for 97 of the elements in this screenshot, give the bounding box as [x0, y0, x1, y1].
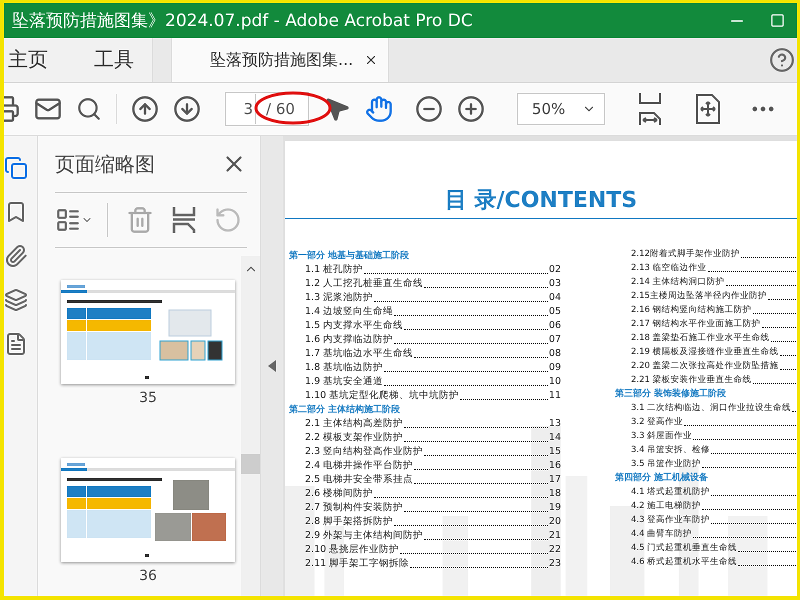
contents-entry[interactable]: 1.9 基坑安全通道	[305, 375, 384, 389]
contents-entry[interactable]: 2.10 悬挑层作业防护	[305, 543, 400, 557]
contents-entry[interactable]: 1.1 桩孔防护	[305, 263, 364, 277]
page-label: 36	[139, 568, 157, 584]
contents-entry[interactable]: 3.1 二次结构临边、洞口作业拉设生命线	[631, 401, 792, 415]
contents-entry[interactable]: 3.5 吊篮作业防护	[631, 457, 702, 471]
page-number: 09	[548, 361, 561, 375]
page-number: 17	[548, 473, 561, 487]
contents-entry[interactable]: 1.4 边坡竖向生命绳	[305, 305, 394, 319]
contents-entry[interactable]: 4.4 曲臂车防护	[631, 527, 692, 541]
page-number: 03	[548, 277, 561, 291]
contents-entry[interactable]: 2.2 模板支架作业防护	[305, 431, 404, 445]
contents-entry[interactable]: 2.15主楼周边坠落半径内作业防护	[631, 289, 767, 303]
contents-entry[interactable]: 4.3 登高作业车防护	[631, 513, 710, 527]
contents-entry[interactable]: 2.12附着式脚手架作业防护	[631, 247, 740, 261]
layers-icon[interactable]	[4, 288, 28, 312]
contents-entry[interactable]: 2.17 钢结构水平作业面施工防护	[631, 317, 761, 331]
contents-entry[interactable]: 4.2 施工电梯防护	[631, 499, 702, 513]
contents-entry[interactable]: 1.2 人工挖孔桩垂直生命线	[305, 277, 424, 291]
page-number: 14	[548, 431, 561, 445]
contents-entry[interactable]: 2.5 电梯井安全带系挂点	[305, 473, 414, 487]
contents-entry[interactable]: 2.13 临空临边作业	[631, 261, 707, 275]
page-number: 18	[548, 487, 561, 501]
contents-entry[interactable]: 2.4 电梯井操作平台防护	[305, 459, 414, 473]
panel-title: 页面缩略图	[55, 150, 155, 178]
help-icon[interactable]	[769, 47, 795, 73]
contents-entry[interactable]: 2.6 楼梯间防护	[305, 487, 374, 501]
options-icon[interactable]	[55, 207, 81, 233]
contents-entry[interactable]: 2.14 主体结构洞口防护	[631, 275, 725, 289]
page-number: 07	[548, 333, 561, 347]
contents-entry[interactable]: 3.4 吊篮安拆、检修	[631, 443, 710, 457]
window-title: 坠落预防措施图集》2024.07.pdf - Adobe Acrobat Pro DC	[12, 10, 474, 32]
contents-entry[interactable]: 1.8 基坑临边防护	[305, 361, 384, 375]
contents-entry[interactable]: 2.20 盖梁二次张拉高处作业防坠措施	[631, 359, 779, 373]
page-thumbnail[interactable]	[61, 458, 235, 562]
contents-entry[interactable]: 2.19 横隔板及湿接缝作业垂直生命线	[631, 345, 779, 359]
contents-entry[interactable]: 2.21 梁板安装作业垂直生命线	[631, 373, 752, 387]
page-number: 19	[548, 501, 561, 515]
contents-entry[interactable]: 3.3 斜屋面作业	[631, 429, 692, 443]
page-number: 11	[548, 389, 561, 403]
maximize-icon[interactable]	[770, 13, 784, 28]
collapse-icon[interactable]	[268, 360, 276, 372]
arrow-up-icon[interactable]	[131, 95, 159, 123]
contents-entry[interactable]: 4.1 塔式起重机防护	[631, 485, 710, 499]
contents-entry[interactable]: 3.2 登高作业	[631, 415, 684, 429]
pages-icon[interactable]	[4, 156, 28, 180]
contents-entry[interactable]: 2.7 预制构件安装防护	[305, 501, 404, 515]
scrollbar[interactable]	[241, 256, 260, 596]
section-heading: 第一部分 地基与基础施工阶段	[289, 249, 410, 263]
fit-page-icon[interactable]	[694, 94, 721, 124]
close-icon[interactable]	[364, 53, 378, 67]
page-thumbnail[interactable]	[61, 280, 235, 384]
contents-entry[interactable]: 4.6 桥式起重机水平生命线	[631, 555, 738, 569]
contents-entry[interactable]: 2.8 脚手架搭拆防护	[305, 515, 394, 529]
contents-entry[interactable]: 1.10 基坑定型化爬梯、坑中坑防护	[305, 389, 460, 403]
page-number: 02	[548, 263, 561, 277]
contents-entry[interactable]: 2.1 主体结构高差防护	[305, 417, 404, 431]
page-number: 08	[548, 347, 561, 361]
contents-entry[interactable]: 2.16 钢结构竖向结构施工防护	[631, 303, 752, 317]
contents-entry[interactable]: 2.9 外架与主体结构间防护	[305, 529, 424, 543]
page-number: 13	[548, 417, 561, 431]
page-number: 06	[548, 319, 561, 333]
page-total: / 60	[265, 100, 296, 118]
hand-icon[interactable]	[364, 95, 393, 123]
page-number: 05	[548, 305, 561, 319]
page-number: 16	[548, 459, 561, 473]
contents-entry[interactable]: 1.6 内支撑临边防护	[305, 333, 394, 347]
section-heading: 第二部分 主体结构施工阶段	[289, 403, 402, 417]
zoom-dropdown[interactable]: 50%	[516, 93, 605, 125]
contents-entry[interactable]: 2.3 竖向结构登高作业防护	[305, 445, 424, 459]
section-heading: 第四部分 施工机械设备	[615, 471, 710, 485]
page-label: 35	[139, 390, 157, 406]
contents-entry[interactable]: 1.7 基坑临边水平生命线	[305, 347, 414, 361]
attachment-icon[interactable]	[4, 244, 28, 268]
document-tab[interactable]: 坠落预防措施图集...	[171, 38, 389, 82]
page-number: 23	[548, 557, 561, 571]
page-number: 20	[548, 515, 561, 529]
section-heading: 第三部分 装饰装修施工阶段	[615, 387, 728, 401]
page-number: 04	[548, 291, 561, 305]
zoom-out-icon[interactable]	[414, 95, 443, 123]
zoom-in-icon[interactable]	[456, 95, 485, 123]
page-number: 15	[548, 445, 561, 459]
arrow-down-icon[interactable]	[173, 95, 201, 123]
fit-width-icon[interactable]	[636, 92, 663, 126]
scroll-thumb[interactable]	[241, 454, 260, 474]
search-icon[interactable]	[76, 96, 102, 122]
contents-entry[interactable]: 4.5 门式起重机垂直生命线	[631, 541, 738, 555]
contents-entry[interactable]: 1.5 内支撑水平生命线	[305, 319, 404, 333]
page-number: 10	[548, 375, 561, 389]
contents-entry[interactable]: 2.18 盖梁垫石施工作业水平生命线	[631, 331, 770, 345]
contents-entry[interactable]: 1.3 泥浆池防护	[305, 291, 374, 305]
contents-heading: 目 录/CONTENTS	[285, 141, 797, 219]
contents-entry[interactable]: 2.11 脚手架工字钢拆除	[305, 557, 410, 571]
split-page-icon[interactable]	[172, 206, 196, 234]
page-number: 22	[548, 543, 561, 557]
page-number: 21	[548, 529, 561, 543]
document-icon[interactable]	[4, 332, 28, 356]
